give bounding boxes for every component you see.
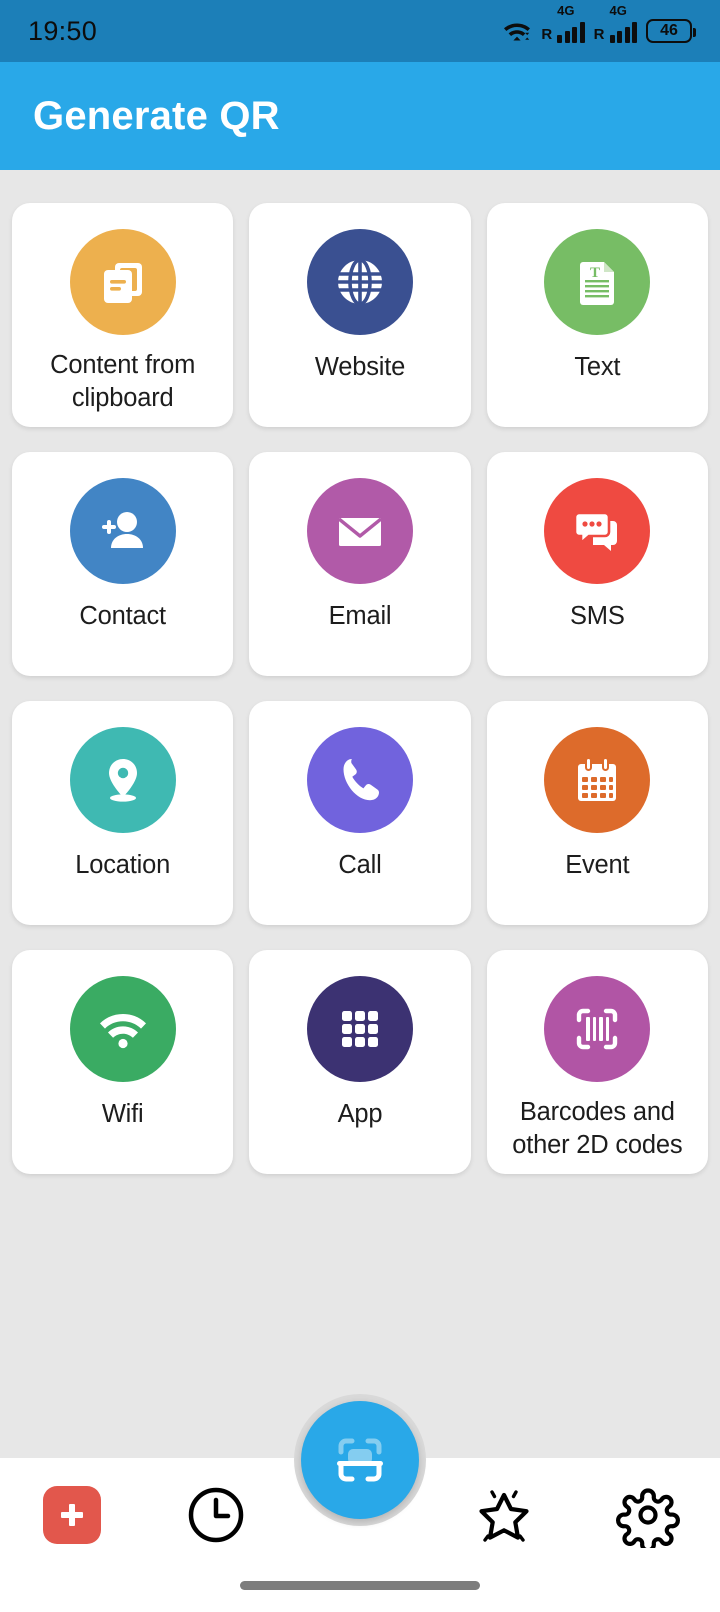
signal-bars-sim1 (557, 21, 585, 43)
app-grid-icon (306, 976, 413, 1082)
barcode-scan-icon (544, 976, 651, 1082)
grid-item-text[interactable]: T Text (486, 203, 708, 427)
add-person-icon (69, 478, 176, 584)
clock-icon (185, 1484, 247, 1546)
roaming-label-sim1: R (541, 26, 553, 43)
grid-item-label: Call (338, 851, 382, 879)
grid-item-sms[interactable]: SMS (486, 452, 708, 676)
grid-item-label: Event (565, 851, 630, 879)
page-title: Generate QR (33, 93, 280, 138)
gear-icon (615, 1482, 681, 1548)
network-label-sim2: 4G (609, 3, 627, 18)
plus-icon (43, 1486, 101, 1544)
grid-item-label: Content from clipboard (50, 351, 196, 412)
envelope-icon (306, 478, 413, 584)
signal-sim2: R 4G (593, 4, 637, 43)
grid-item-label: Location (75, 851, 171, 879)
text-document-icon: T (544, 229, 651, 335)
grid-item-location[interactable]: Location (12, 701, 234, 925)
grid-item-label: Barcodes and other 2D codes (512, 1098, 683, 1159)
grid-item-event[interactable]: Event (486, 701, 708, 925)
phone-icon (306, 727, 413, 833)
grid-item-call[interactable]: Call (249, 701, 471, 925)
grid-item-email[interactable]: Email (249, 452, 471, 676)
signal-bars-sim2 (609, 21, 637, 43)
nav-item-settings[interactable] (576, 1458, 720, 1612)
grid-item-app[interactable]: App (249, 950, 471, 1174)
wifi-signal-icon (69, 976, 176, 1082)
wifi-icon (502, 18, 532, 44)
scan-qr-icon (325, 1425, 395, 1495)
grid-item-label: Email (328, 602, 392, 630)
grid-item-label: SMS (569, 602, 625, 630)
grid-item-label: Wifi (101, 1100, 144, 1128)
roaming-label-sim2: R (593, 26, 605, 43)
status-icons: R 4G R 4G 46 (502, 4, 696, 44)
svg-text:T: T (590, 265, 600, 281)
signal-sim1: R 4G (541, 4, 585, 43)
grid-item-content-from-clipboard[interactable]: Content from clipboard (12, 203, 234, 427)
status-time: 19:50 (28, 15, 98, 46)
battery-level: 46 (660, 22, 678, 39)
nav-item-add[interactable] (0, 1458, 144, 1612)
grid-item-label: Website (314, 353, 406, 381)
grid-item-label: Text (574, 353, 621, 381)
nav-item-scan[interactable] (301, 1401, 419, 1519)
copy-documents-icon (69, 229, 176, 335)
grid-item-contact[interactable]: Contact (12, 452, 234, 676)
grid-item-website[interactable]: Website (249, 203, 471, 427)
grid-item-label: Contact (79, 602, 166, 630)
app-screen: 19:50 R 4G R 4G 46 Generate QR Content f… (0, 0, 720, 1612)
battery-icon: 46 (646, 19, 696, 43)
map-pin-icon (69, 727, 176, 833)
grid-item-wifi[interactable]: Wifi (12, 950, 234, 1174)
scan-fab-shadow (294, 1394, 426, 1526)
app-bar: Generate QR (0, 62, 720, 170)
home-indicator (240, 1581, 480, 1590)
globe-icon (306, 229, 413, 335)
status-bar: 19:50 R 4G R 4G 46 (0, 0, 720, 62)
grid-item-barcodes[interactable]: Barcodes and other 2D codes (486, 950, 708, 1174)
qr-type-grid: Content from clipboard Website T Text Co… (0, 178, 720, 1174)
grid-item-label: App (337, 1100, 383, 1128)
star-icon (471, 1482, 537, 1548)
network-label-sim1: 4G (557, 3, 575, 18)
calendar-icon (544, 727, 651, 833)
chat-bubbles-icon (544, 478, 651, 584)
